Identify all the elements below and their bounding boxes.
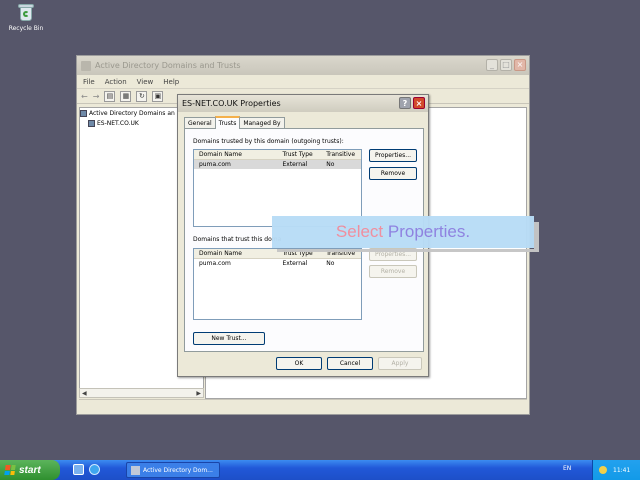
status-bar	[79, 399, 527, 411]
menu-help[interactable]: Help	[163, 78, 179, 86]
scroll-right-icon[interactable]: ▶	[196, 390, 201, 397]
recycle-bin-desktop-icon[interactable]: Recycle Bin	[6, 2, 46, 32]
help-button[interactable]: ?	[399, 97, 411, 109]
refresh-icon[interactable]: ↻	[136, 90, 148, 102]
column-domain-name[interactable]: Domain Name	[194, 150, 277, 159]
system-tray: 11:41	[592, 460, 640, 480]
internet-explorer-icon[interactable]	[89, 464, 100, 475]
domains-app-icon	[81, 60, 91, 71]
domain-icon	[88, 119, 95, 127]
export-list-icon[interactable]: ▣	[152, 90, 164, 102]
properties-button[interactable]: Properties...	[369, 149, 417, 162]
recycle-bin-icon	[17, 2, 35, 22]
outgoing-trusts-label: Domains trusted by this domain (outgoing…	[193, 138, 344, 145]
start-button[interactable]: start	[0, 460, 60, 480]
tab-trusts[interactable]: Trusts	[214, 116, 241, 129]
domains-trusts-icon	[80, 109, 87, 117]
cancel-button[interactable]: Cancel	[327, 357, 373, 370]
minimize-button[interactable]: _	[486, 59, 498, 71]
taskbar: start Active Directory Dom... EN 11:41	[0, 460, 640, 480]
outgoing-list-header: Domain Name Trust Type Transitive	[194, 150, 361, 160]
column-transitive[interactable]: Transitive	[321, 150, 361, 159]
recycle-bin-label: Recycle Bin	[8, 25, 44, 32]
tutorial-callout: Select Properties.	[272, 216, 539, 252]
dialog-title: ES-NET.CO.UK Properties	[182, 99, 281, 108]
domains-app-icon	[131, 465, 140, 475]
apply-button[interactable]: Apply	[378, 357, 422, 370]
tree-horizontal-scrollbar[interactable]: ◀ ▶	[79, 388, 204, 398]
network-tray-icon[interactable]	[599, 466, 607, 474]
mmc-title: Active Directory Domains and Trusts	[95, 61, 241, 70]
show-desktop-icon[interactable]	[73, 464, 84, 475]
menu-action[interactable]: Action	[105, 78, 127, 86]
menu-view[interactable]: View	[137, 78, 154, 86]
mmc-titlebar[interactable]: Active Directory Domains and Trusts	[77, 56, 529, 75]
windows-logo-icon	[4, 465, 16, 475]
scroll-left-icon[interactable]: ◀	[82, 390, 87, 397]
incoming-trusts-label: Domains that trust this doma	[193, 236, 282, 243]
list-item[interactable]: puma.com External No	[194, 160, 361, 169]
ok-button[interactable]: OK	[276, 357, 322, 370]
list-item[interactable]: puma.com External No	[194, 259, 361, 268]
maximize-button[interactable]: □	[500, 59, 512, 71]
column-trust-type[interactable]: Trust Type	[277, 150, 321, 159]
clock[interactable]: 11:41	[613, 467, 630, 474]
new-trust-button[interactable]: New Trust...	[193, 332, 265, 345]
console-tree-icon[interactable]: ▤	[104, 90, 116, 102]
language-indicator[interactable]: EN	[563, 465, 571, 472]
start-label: start	[19, 464, 41, 476]
window-close-button[interactable]: ×	[514, 59, 526, 71]
menu-file[interactable]: File	[83, 78, 95, 86]
properties-icon[interactable]: ▦	[120, 90, 132, 102]
forward-arrow-icon[interactable]: →	[93, 92, 100, 101]
taskbar-item-active-directory[interactable]: Active Directory Dom...	[126, 462, 220, 478]
menubar: File Action View Help	[77, 75, 529, 88]
back-arrow-icon[interactable]: ←	[81, 92, 88, 101]
dialog-titlebar[interactable]: ES-NET.CO.UK Properties	[178, 95, 428, 112]
column-domain-name-2[interactable]: Domain Name	[194, 249, 277, 258]
callout-text: Select Properties.	[335, 222, 471, 241]
dialog-close-button[interactable]: ×	[413, 97, 425, 109]
incoming-remove-button[interactable]: Remove	[369, 265, 417, 278]
incoming-trusts-list[interactable]: Domain Name Trust Type Transitive puma.c…	[193, 248, 362, 320]
remove-button[interactable]: Remove	[369, 167, 417, 180]
